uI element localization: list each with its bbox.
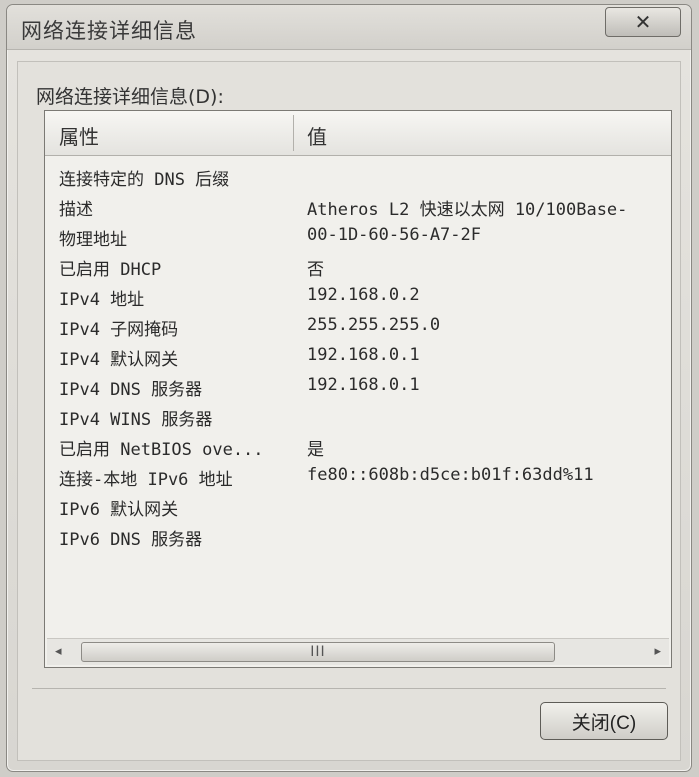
row-property: IPv6 默认网关 bbox=[59, 500, 179, 520]
column-header-property[interactable]: 属性 bbox=[59, 121, 99, 150]
table-row[interactable]: 已启用 DHCP 否 bbox=[45, 251, 671, 281]
row-property: 连接特定的 DNS 后缀 bbox=[59, 170, 230, 190]
row-value: 192.168.0.1 bbox=[307, 345, 420, 365]
row-property: 描述 bbox=[59, 200, 93, 220]
table-row[interactable]: 已启用 NetBIOS ove... 是 bbox=[45, 431, 671, 461]
row-value: 是 bbox=[307, 440, 324, 460]
details-list[interactable]: 属性 值 连接特定的 DNS 后缀 描述 Atheros L2 快速以太网 10/1… bbox=[44, 110, 672, 668]
row-property: 物理地址 bbox=[59, 230, 127, 250]
row-property: IPv4 DNS 服务器 bbox=[59, 380, 203, 400]
scroll-thumb[interactable]: III bbox=[81, 642, 555, 662]
table-row[interactable]: IPv4 默认网关 192.168.0.1 bbox=[45, 341, 671, 371]
row-value: 192.168.0.2 bbox=[307, 285, 420, 305]
row-value: 否 bbox=[307, 260, 324, 280]
table-row[interactable]: IPv4 地址 192.168.0.2 bbox=[45, 281, 671, 311]
row-property: 已启用 DHCP bbox=[59, 260, 162, 280]
details-dialog: 网络连接详细信息 ✕ 网络连接详细信息(D): 属性 值 连接特定的 DNS 后… bbox=[6, 4, 692, 772]
table-row[interactable]: 描述 Atheros L2 快速以太网 10/100Base- bbox=[45, 191, 671, 221]
row-value: 00-1D-60-56-A7-2F bbox=[307, 225, 481, 245]
scroll-grip-icon: III bbox=[310, 644, 326, 660]
column-separator[interactable] bbox=[293, 115, 294, 151]
horizontal-scrollbar[interactable]: ◂ III ▸ bbox=[47, 638, 669, 665]
details-group-label: 网络连接详细信息(D): bbox=[36, 86, 224, 108]
row-value: fe80::608b:d5ce:b01f:63dd%11 bbox=[307, 465, 594, 485]
table-row[interactable]: IPv6 默认网关 bbox=[45, 491, 671, 521]
divider bbox=[32, 688, 666, 689]
column-header-value[interactable]: 值 bbox=[307, 121, 327, 150]
row-value: 255.255.255.0 bbox=[307, 315, 441, 335]
row-property: 已启用 NetBIOS ove... bbox=[59, 440, 264, 460]
row-value: 192.168.0.1 bbox=[307, 375, 420, 395]
table-row[interactable]: IPv6 DNS 服务器 bbox=[45, 521, 671, 551]
table-row[interactable]: 连接特定的 DNS 后缀 bbox=[45, 161, 671, 191]
title-bar: 网络连接详细信息 ✕ bbox=[7, 5, 691, 50]
table-row[interactable]: 物理地址 00-1D-60-56-A7-2F bbox=[45, 221, 671, 251]
window-close-button[interactable]: ✕ bbox=[605, 7, 681, 37]
window-title: 网络连接详细信息 bbox=[21, 19, 197, 43]
row-property: IPv4 WINS 服务器 bbox=[59, 410, 213, 430]
close-button[interactable]: 关闭(C) bbox=[540, 702, 668, 740]
row-property: IPv6 DNS 服务器 bbox=[59, 530, 203, 550]
table-row[interactable]: IPv4 WINS 服务器 bbox=[45, 401, 671, 431]
row-property: IPv4 默认网关 bbox=[59, 350, 179, 370]
close-icon: ✕ bbox=[634, 10, 652, 34]
table-row[interactable]: IPv4 子网掩码 255.255.255.0 bbox=[45, 311, 671, 341]
list-header: 属性 值 bbox=[45, 111, 671, 156]
table-row[interactable]: 连接-本地 IPv6 地址 fe80::608b:d5ce:b01f:63dd%1… bbox=[45, 461, 671, 491]
table-row[interactable]: IPv4 DNS 服务器 192.168.0.1 bbox=[45, 371, 671, 401]
scroll-right-icon[interactable]: ▸ bbox=[654, 644, 661, 659]
row-property: 连接-本地 IPv6 地址 bbox=[59, 470, 233, 490]
row-value: Atheros L2 快速以太网 10/100Base- bbox=[307, 200, 628, 220]
dialog-body: 网络连接详细信息(D): 属性 值 连接特定的 DNS 后缀 描述 Atheros … bbox=[17, 61, 681, 761]
list-rows: 连接特定的 DNS 后缀 描述 Atheros L2 快速以太网 10/100Bas… bbox=[45, 161, 671, 551]
row-property: IPv4 子网掩码 bbox=[59, 320, 179, 340]
row-property: IPv4 地址 bbox=[59, 290, 145, 310]
scroll-left-icon[interactable]: ◂ bbox=[55, 644, 62, 659]
